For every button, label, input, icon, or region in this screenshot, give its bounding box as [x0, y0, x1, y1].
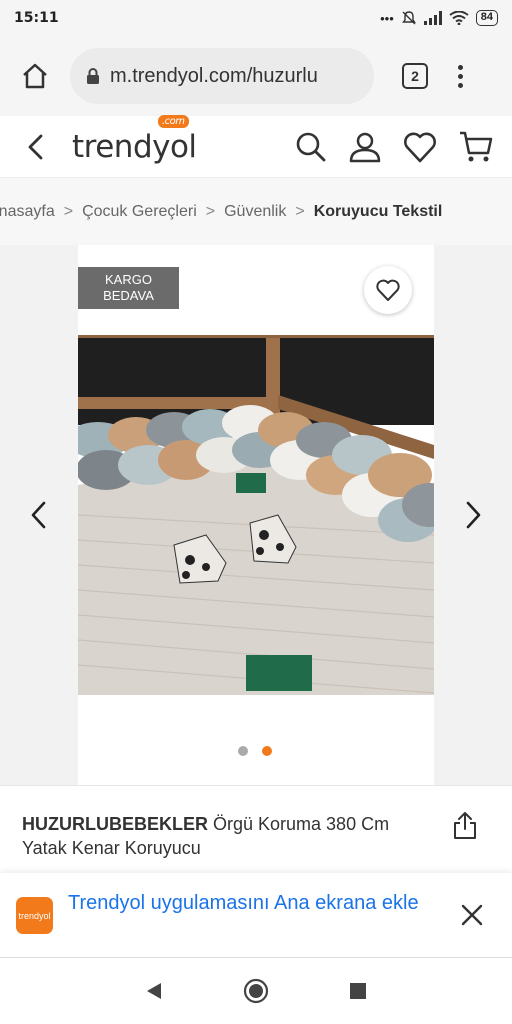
breadcrumb-item-koruyucu-tekstil[interactable]: Koruyucu Tekstil	[314, 203, 443, 221]
app-install-banner[interactable]: trendyol Trendyol uygulamasını Ana ekran…	[0, 873, 512, 958]
heart-icon	[376, 279, 400, 301]
breadcrumb-separator: >	[63, 203, 74, 220]
app-banner-text[interactable]: Trendyol uygulamasını Ana ekrana ekle	[68, 890, 438, 916]
site-logo[interactable]: trendyol .com	[72, 114, 197, 165]
breadcrumb-track: Anasayfa > Çocuk Gereçleri > Güvenlik > …	[0, 203, 442, 221]
status-bar: 15:11 ••• 84	[0, 0, 512, 36]
back-button[interactable]	[0, 133, 72, 161]
back-icon	[28, 134, 43, 159]
status-time: 15:11	[14, 10, 59, 26]
cart-icon[interactable]	[458, 129, 494, 165]
chevron-right-icon	[466, 501, 481, 529]
lock-icon	[87, 68, 99, 84]
banner-close-button[interactable]	[460, 903, 484, 932]
nav-home-icon[interactable]	[242, 977, 270, 1005]
home-icon	[23, 63, 47, 89]
wifi-icon	[449, 11, 469, 25]
mute-icon	[401, 11, 416, 25]
heart-icon[interactable]	[402, 130, 438, 164]
tab-count: 2	[411, 68, 419, 84]
gallery-pagination	[238, 746, 272, 756]
product-title-area: HUZURLUBEBEKLER Örgü Koruma 380 Cm Yatak…	[0, 785, 512, 877]
chevron-left-icon	[31, 501, 46, 529]
badge-line-1: KARGO	[105, 272, 152, 287]
browser-toolbar: m.trendyol.com/huzurlu 2	[0, 36, 512, 116]
gallery-prev-button[interactable]	[30, 500, 48, 535]
signal-icon	[423, 11, 442, 25]
pagination-dot-active[interactable]	[262, 746, 272, 756]
product-title: HUZURLUBEBEKLER Örgü Koruma 380 Cm Yatak…	[22, 812, 402, 860]
pagination-dot[interactable]	[238, 746, 248, 756]
url-bar[interactable]: m.trendyol.com/huzurlu	[70, 48, 374, 104]
gallery-next-button[interactable]	[464, 500, 482, 535]
favorite-button[interactable]	[364, 266, 412, 314]
battery-indicator: 84	[475, 10, 498, 26]
breadcrumb-item-guvenlik[interactable]: Güvenlik	[224, 203, 286, 221]
header-actions	[294, 116, 494, 178]
nav-recents-icon[interactable]	[348, 981, 368, 1001]
product-image[interactable]	[78, 335, 434, 695]
browser-home-button[interactable]	[0, 62, 70, 90]
close-icon	[461, 904, 483, 926]
android-navigation-bar	[0, 958, 512, 1024]
product-brand[interactable]: HUZURLUBEBEKLER	[22, 814, 208, 834]
free-shipping-badge: KARGO BEDAVA	[78, 267, 179, 309]
breadcrumb-item-home[interactable]: Anasayfa	[0, 203, 55, 221]
logo-text: trendyol	[72, 128, 197, 165]
site-header: trendyol .com	[0, 114, 512, 178]
more-icon	[458, 64, 463, 70]
search-icon[interactable]	[294, 130, 328, 164]
more-icon-dot	[458, 82, 463, 88]
user-icon[interactable]	[348, 130, 382, 164]
app-logo-text: trendyol	[18, 910, 51, 921]
more-icon-dot	[458, 73, 463, 79]
browser-menu-button[interactable]	[458, 64, 463, 88]
breadcrumb-separator: >	[205, 203, 216, 220]
breadcrumb-separator: >	[295, 203, 305, 220]
tabs-button[interactable]: 2	[402, 63, 428, 89]
share-icon	[454, 812, 476, 839]
badge-line-2: BEDAVA	[103, 288, 154, 303]
breadcrumb: Anasayfa > Çocuk Gereçleri > Güvenlik > …	[0, 179, 512, 245]
logo-badge: .com	[158, 114, 189, 128]
app-logo: trendyol	[16, 897, 53, 934]
share-button[interactable]	[452, 810, 478, 845]
nav-back-icon[interactable]	[144, 981, 164, 1001]
url-text: m.trendyol.com/huzurlu	[110, 64, 318, 87]
notification-dots: •••	[380, 10, 394, 26]
breadcrumb-item-cocuk-gerecleri[interactable]: Çocuk Gereçleri	[82, 203, 197, 221]
status-icons: ••• 84	[380, 10, 498, 26]
product-photo	[78, 335, 434, 695]
